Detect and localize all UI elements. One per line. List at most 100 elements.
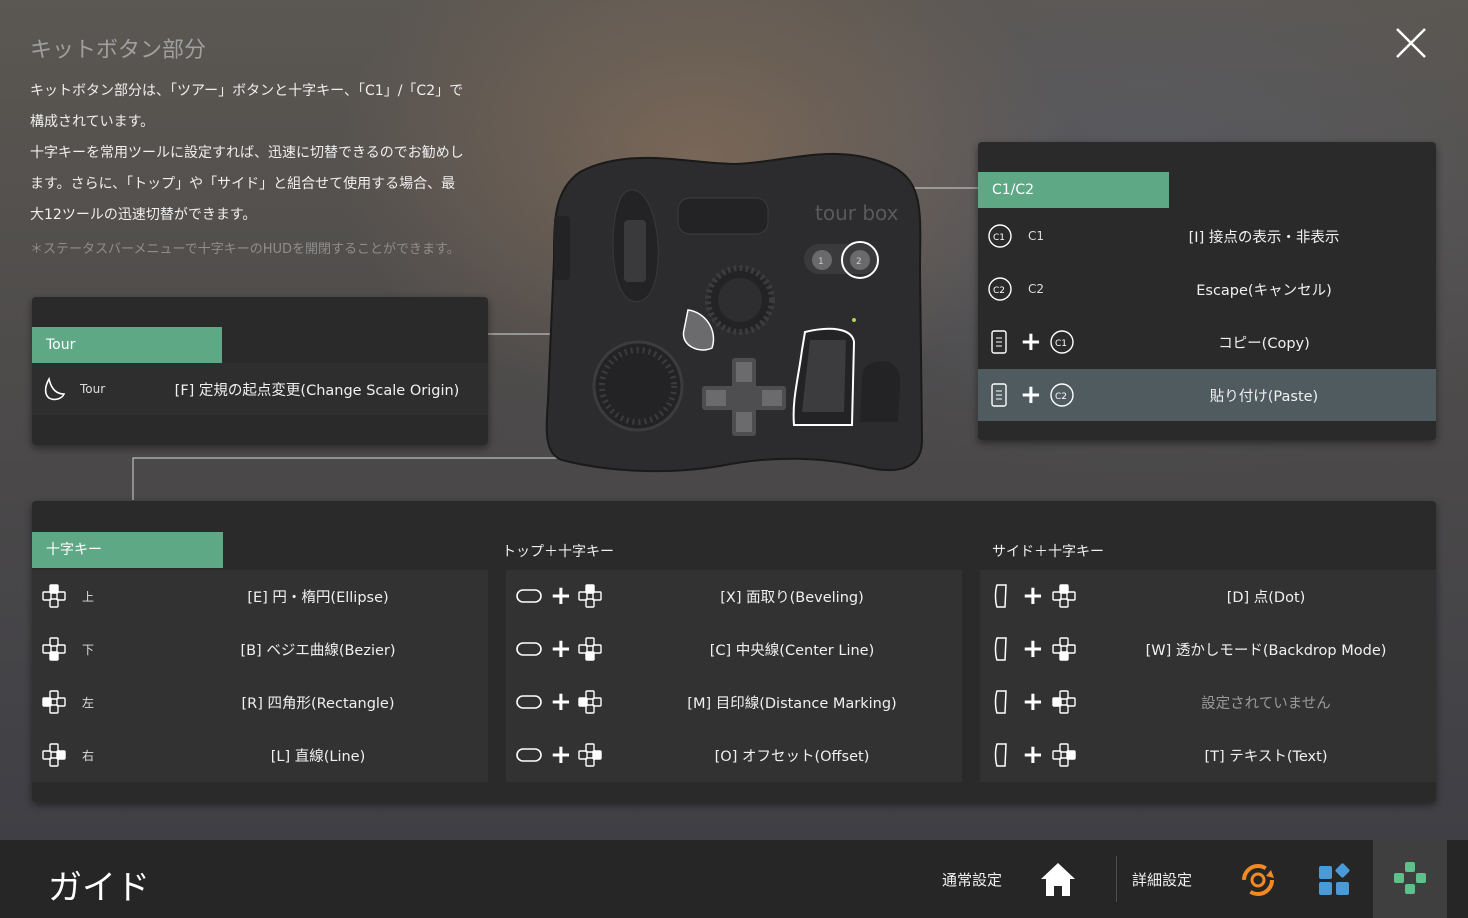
c1-row-action: [I] 接点の表示・非表示	[1188, 229, 1340, 246]
side-dpad-action: [D] 点(Dot)	[1226, 589, 1306, 606]
bottom-bar: ガイド 通常設定 詳細設定	[0, 840, 1468, 918]
dpad-panel: 十字キー トップ＋十字キー サイド＋十字キー 上 [E] 円・楕円(Ellipse…	[32, 501, 1436, 802]
dpad-down-icon	[1050, 635, 1078, 663]
nav-guide-active[interactable]	[1373, 840, 1447, 918]
home-icon	[1041, 863, 1075, 896]
paste-row-action: 貼り付け(Paste)	[1209, 388, 1319, 405]
gamepad-icon	[1394, 862, 1426, 894]
dpad-up-row[interactable]: 上 [E] 円・楕円(Ellipse)	[32, 570, 488, 622]
dpad-right-icon	[40, 741, 68, 769]
dpad-left-icon	[1050, 688, 1078, 716]
dpad-right-icon	[576, 741, 604, 769]
svg-text:C1: C1	[1055, 339, 1067, 349]
top-dpad-left-row[interactable]: + [M] 目印線(Distance Marking)	[506, 676, 962, 728]
top-dpad-down-row[interactable]: + [C] 中央線(Center Line)	[506, 623, 962, 675]
dpad-direction-label: 右	[82, 748, 95, 763]
dpad-up-icon	[40, 582, 68, 610]
c2-key-label: 2	[856, 257, 862, 267]
dpad-action: [L] 直線(Line)	[270, 748, 366, 765]
top-dpad-action: [X] 面取り(Beveling)	[720, 589, 864, 606]
c2-key-icon: C2	[1048, 381, 1076, 409]
plus-icon: +	[550, 740, 572, 770]
dpad-action: [B] ベジエ曲線(Bezier)	[240, 642, 396, 659]
plus-icon: +	[550, 581, 572, 611]
side-button-icon	[990, 741, 1012, 769]
svg-text:C2: C2	[1055, 392, 1067, 402]
plus-icon: +	[1022, 634, 1044, 664]
side-dpad-title: サイド＋十字キー	[992, 544, 1104, 560]
dpad-up-icon	[1050, 582, 1078, 610]
apps-icon	[1319, 863, 1350, 895]
side-dpad-right-row[interactable]: + [T] テキスト(Text)	[980, 729, 1436, 781]
advanced-settings-button[interactable]	[1228, 850, 1288, 910]
c1-row[interactable]: C1 C1 [I] 接点の表示・非表示	[978, 210, 1436, 262]
top-dpad-action: [M] 目印線(Distance Marking)	[687, 695, 897, 712]
dpad-left-row[interactable]: 左 [R] 四角形(Rectangle)	[32, 676, 488, 728]
top-button-icon	[514, 635, 544, 663]
top-dpad-right-row[interactable]: + [O] オフセット(Offset)	[506, 729, 962, 781]
plus-icon: +	[550, 687, 572, 717]
side-c1-row[interactable]: + C1 コピー(Copy)	[978, 316, 1436, 368]
dpad-down-icon	[40, 635, 68, 663]
plus-icon: +	[1022, 740, 1044, 770]
top-button-icon	[514, 582, 544, 610]
side-button-icon	[988, 381, 1010, 409]
top-button-icon	[514, 688, 544, 716]
dpad-down-row[interactable]: 下 [B] ベジエ曲線(Bezier)	[32, 623, 488, 675]
top-dpad-up-row[interactable]: + [X] 面取り(Beveling)	[506, 570, 962, 622]
dpad-down-icon	[576, 635, 604, 663]
dpad-direction-label: 左	[82, 695, 95, 710]
c1c2-panel: C1/C2 C1 C1 [I] 接点の表示・非表示 C2 C2 Escape(キ…	[978, 142, 1436, 440]
nav-divider	[1116, 856, 1117, 902]
settings-sync-icon	[1242, 864, 1274, 896]
tour-row-action: [F] 定規の起点変更(Change Scale Origin)	[174, 382, 460, 399]
c2-row-action: Escape(キャンセル)	[1196, 282, 1332, 299]
c1-key-icon: C1	[1048, 328, 1076, 356]
c2-row-label: C2	[1028, 282, 1045, 296]
page-title: ガイド	[48, 868, 150, 908]
dpad-right-row[interactable]: 右 [L] 直線(Line)	[32, 729, 488, 781]
home-button[interactable]	[1028, 850, 1088, 910]
nav-advanced-settings[interactable]: 詳細設定	[1132, 869, 1192, 890]
top-dpad-title: トップ＋十字キー	[502, 544, 614, 560]
dpad-right-icon	[1050, 741, 1078, 769]
plus-icon: +	[1020, 380, 1042, 410]
side-button-icon	[988, 328, 1010, 356]
dpad-action: [E] 円・楕円(Ellipse)	[247, 589, 389, 606]
side-dpad-action: [W] 透かしモード(Backdrop Mode)	[1145, 642, 1387, 659]
top-dpad-action: [O] オフセット(Offset)	[714, 748, 870, 765]
side-dpad-up-row[interactable]: + [D] 点(Dot)	[980, 570, 1436, 622]
tour-tag: Tour	[32, 327, 222, 363]
c1-row-label: C1	[1028, 229, 1045, 243]
dpad-tag: 十字キー	[32, 532, 223, 568]
side-dpad-action: 設定されていません	[1201, 695, 1331, 712]
side-dpad-down-row[interactable]: + [W] 透かしモード(Backdrop Mode)	[980, 623, 1436, 675]
tour-row[interactable]: Tour [F] 定規の起点変更(Change Scale Origin)	[32, 363, 488, 415]
svg-text:C1: C1	[993, 233, 1005, 243]
tourbox-device: tour box 1 2	[540, 150, 930, 484]
plus-icon: +	[1022, 687, 1044, 717]
c2-row[interactable]: C2 C2 Escape(キャンセル)	[978, 263, 1436, 315]
side-dpad-action: [T] テキスト(Text)	[1204, 748, 1328, 765]
apps-button[interactable]	[1305, 850, 1365, 910]
side-c2-row[interactable]: + C2 貼り付け(Paste)	[978, 369, 1436, 421]
c1-key-label: 1	[818, 257, 824, 267]
c1c2-tag: C1/C2	[978, 172, 1169, 208]
dpad-left-icon	[40, 688, 68, 716]
side-button-icon	[990, 635, 1012, 663]
tour-panel: Tour Tour [F] 定規の起点変更(Change Scale Origi…	[32, 297, 488, 445]
copy-row-action: コピー(Copy)	[1218, 335, 1310, 352]
side-button-icon	[990, 688, 1012, 716]
tour-button-icon	[40, 375, 68, 403]
plus-icon: +	[550, 634, 572, 664]
c2-key-icon: C2	[986, 275, 1014, 303]
dpad-up-icon	[576, 582, 604, 610]
dpad-action: [R] 四角形(Rectangle)	[241, 695, 395, 712]
nav-basic-settings[interactable]: 通常設定	[942, 869, 1002, 890]
tour-row-label: Tour	[80, 382, 106, 396]
c1-key-icon: C1	[986, 222, 1014, 250]
side-dpad-left-row[interactable]: + 設定されていません	[980, 676, 1436, 728]
plus-icon: +	[1022, 581, 1044, 611]
device-logo: tour box	[815, 201, 899, 225]
side-button-icon	[990, 582, 1012, 610]
